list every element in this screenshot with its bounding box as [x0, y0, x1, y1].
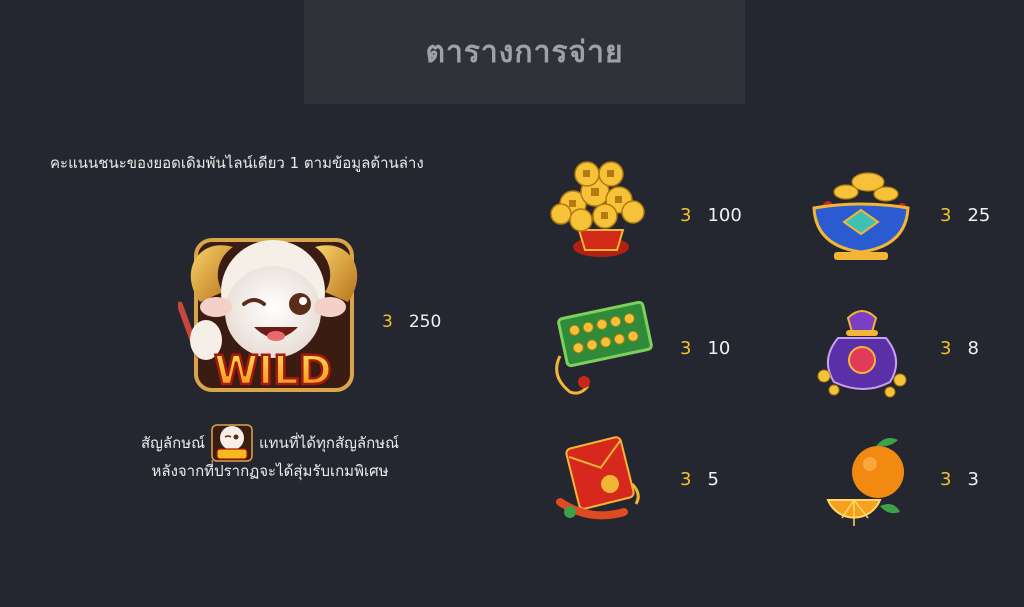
abacus-icon [555, 300, 653, 395]
wild-sheep-icon: WILD [178, 238, 358, 395]
symbol-payout: 3 10 [680, 338, 730, 359]
wild-mini-icon [211, 424, 253, 462]
wild-count: 3 [382, 312, 393, 332]
symbol-count: 3 [940, 469, 952, 490]
symbol-payout: 3 25 [940, 205, 990, 226]
wild-desc-after: แทนที่ได้ทุกสัญลักษณ์ [259, 434, 399, 452]
instruction-text: คะแนนชนะของยอดเดิมพันไลน์เดียว 1 ตามข้อม… [50, 154, 424, 172]
wild-description-line2: หลังจากที่ปรากฏจะได้สุ่มรับเกมพิเศษ [151, 462, 389, 480]
wild-logo-text: WILD [214, 348, 332, 394]
gold-coin-tree-icon [550, 161, 645, 257]
symbol-value: 25 [967, 205, 991, 226]
symbol-value: 10 [707, 338, 731, 359]
wild-desc-before: สัญลักษณ์ [141, 434, 206, 452]
symbol-value: 5 [707, 469, 719, 490]
red-envelope-icon [556, 436, 640, 520]
lucky-pouch-icon [817, 310, 907, 398]
symbol-value: 3 [967, 469, 979, 490]
symbol-value: 8 [967, 338, 979, 359]
symbol-count: 3 [940, 338, 952, 359]
symbol-value: 100 [707, 205, 742, 226]
title-bar: ตารางการจ่าย [304, 0, 745, 104]
wild-description: สัญลักษณ์ แทนที่ได้ทุกสัญลักษณ์ [50, 423, 490, 463]
orange-icon [826, 438, 904, 526]
symbol-count: 3 [680, 338, 692, 359]
symbol-payout: 33 [940, 469, 979, 490]
treasure-bowl-icon [812, 172, 910, 260]
page-title: ตารางการจ่าย [425, 34, 624, 70]
symbol-payout: 3 100 [680, 205, 742, 226]
wild-value: 250 [408, 312, 442, 332]
wild-payout: 3 250 [382, 312, 441, 332]
symbol-count: 3 [940, 205, 952, 226]
symbol-payout: 38 [940, 338, 979, 359]
symbol-count: 3 [680, 205, 692, 226]
symbol-count: 3 [680, 469, 692, 490]
symbol-payout: 35 [680, 469, 719, 490]
